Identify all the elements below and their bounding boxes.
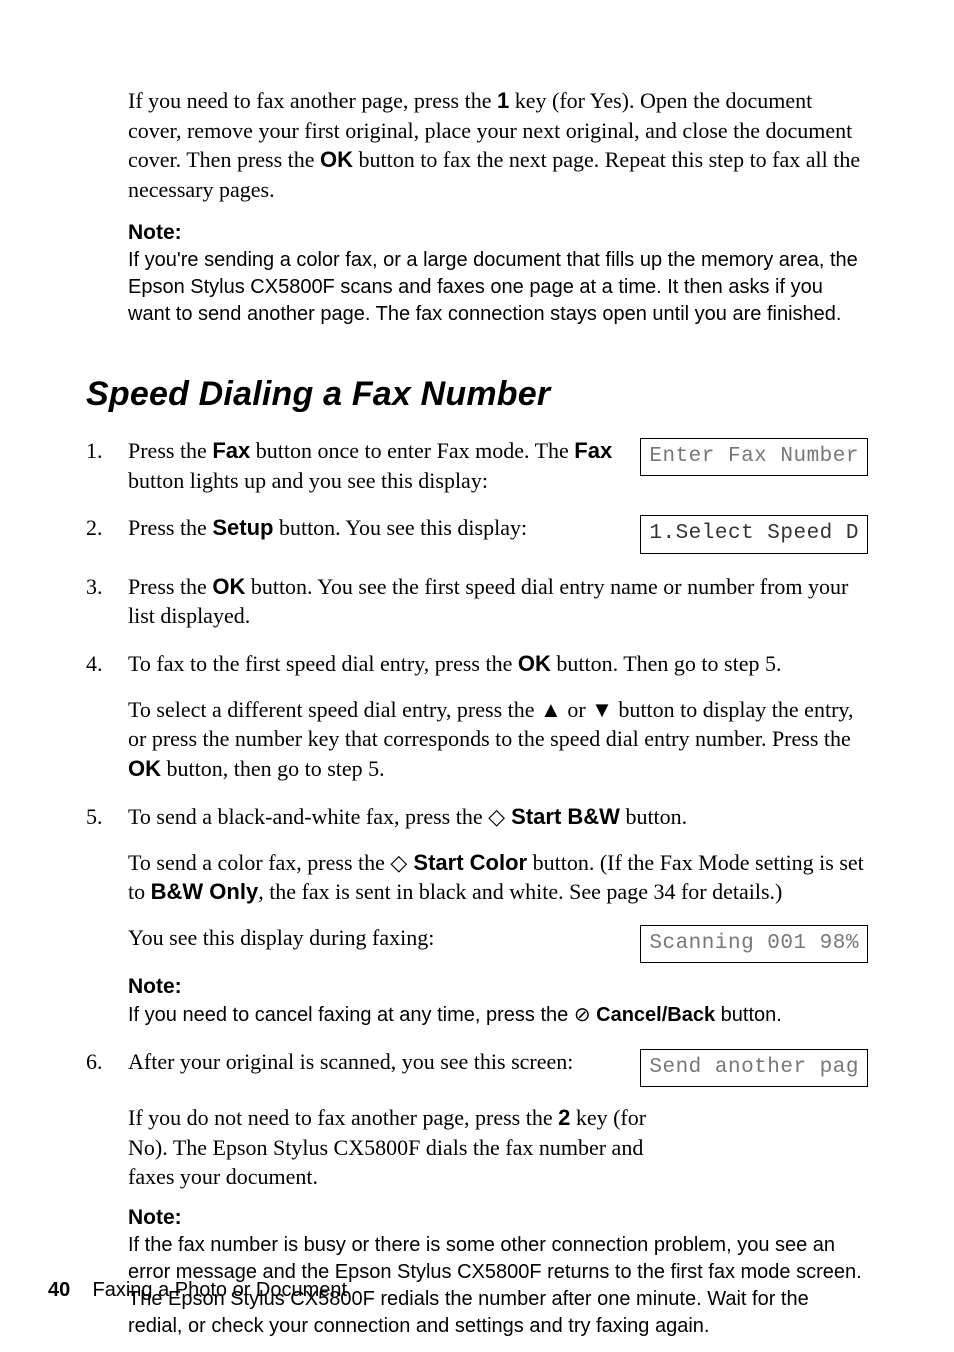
ok-key: OK [212,574,245,599]
text: Press the [128,515,212,540]
step-4: To fax to the first speed dial entry, pr… [86,649,868,784]
page-footer: 40 Faxing a Photo or Document [48,1277,347,1304]
text: or [562,697,591,722]
cancel-back-button: Cancel/Back [591,1004,716,1026]
text: button. You see this display: [273,515,527,540]
text: , the fax is sent in black and white. Se… [258,879,782,904]
ok-key: OK [518,651,551,676]
text: To send a color fax, press the [128,850,390,875]
diamond-icon: ◇ [488,804,505,829]
page: If you need to fax another page, press t… [0,0,954,1352]
text: If you do not need to fax another page, … [128,1105,558,1130]
note-label: Note: [128,973,868,1001]
note-body: If you need to cancel faxing at any time… [128,1002,868,1029]
text: button once to enter Fax mode. The [250,438,574,463]
footer-title: Faxing a Photo or Document [93,1279,348,1301]
setup-button: Setup [212,515,273,540]
step-5-p3: You see this display during faxing: [128,923,622,953]
step-2-text: Press the Setup button. You see this dis… [128,513,622,543]
step-6-p1-row: After your original is scanned, you see … [128,1047,868,1087]
step-6-p2: If you do not need to fax another page, … [128,1103,658,1192]
step-3: Press the OK button. You see the first s… [86,572,868,631]
text: button. [620,804,687,829]
steps-list: Press the Fax button once to enter Fax m… [86,436,868,1340]
lcd-select-speed: 1.Select Speed D [640,515,868,553]
text: If you need to cancel faxing at any time… [128,1004,574,1026]
note-label: Note: [128,219,868,247]
page-number: 40 [48,1279,70,1301]
step-2: Press the Setup button. You see this dis… [86,513,868,553]
step-1-text: Press the Fax button once to enter Fax m… [128,436,622,495]
text: To select a different speed dial entry, … [128,697,540,722]
ok-key: OK [128,756,161,781]
step-5-note: Note: If you need to cancel faxing at an… [128,973,868,1028]
text: If you need to fax another page, press t… [128,88,497,113]
text: To fax to the first speed dial entry, pr… [128,651,518,676]
step-6-p1: After your original is scanned, you see … [128,1047,622,1077]
diamond-icon: ◇ [390,850,407,875]
step-4-p2: To select a different speed dial entry, … [128,695,868,784]
text: button, then go to step 5. [161,756,385,781]
text: button. Then go to step 5. [551,651,782,676]
step-5-p2: To send a color fax, press the ◇ Start C… [128,848,868,907]
text: Press the [128,574,212,599]
ok-key: OK [320,147,353,172]
up-arrow-icon: ▲ [540,697,562,722]
fax-button: Fax [574,438,612,463]
section-title: Speed Dialing a Fax Number [86,372,868,418]
key-2: 2 [558,1105,570,1130]
step-5-p1: To send a black-and-white fax, press the… [128,802,868,832]
text: Press the [128,438,212,463]
step-5: To send a black-and-white fax, press the… [86,802,868,1029]
text: button lights up and you see this displa… [128,468,488,493]
down-arrow-icon: ▼ [591,697,613,722]
note-body: If you're sending a color fax, or a larg… [128,247,868,328]
intro-note: Note: If you're sending a color fax, or … [128,219,868,328]
lcd-send-another: Send another pag [640,1049,868,1087]
bw-only-mode: B&W Only [151,879,259,904]
text: button. [715,1004,782,1026]
start-bw-button: Start B&W [505,804,620,829]
step-1: Press the Fax button once to enter Fax m… [86,436,868,495]
lcd-enter-fax-number: Enter Fax Number [640,438,868,476]
start-color-button: Start Color [407,850,527,875]
text: To send a black-and-white fax, press the [128,804,488,829]
step-5-p3-row: You see this display during faxing: Scan… [128,923,868,963]
intro-paragraph: If you need to fax another page, press t… [128,86,868,205]
step-4-p1: To fax to the first speed dial entry, pr… [128,649,868,679]
step-6-note: Note: If the fax number is busy or there… [128,1204,868,1340]
key-1: 1 [497,88,509,113]
cancel-icon: ⊘ [574,1004,591,1026]
fax-button: Fax [212,438,250,463]
lcd-scanning: Scanning 001 98% [640,925,868,963]
note-label: Note: [128,1204,868,1232]
